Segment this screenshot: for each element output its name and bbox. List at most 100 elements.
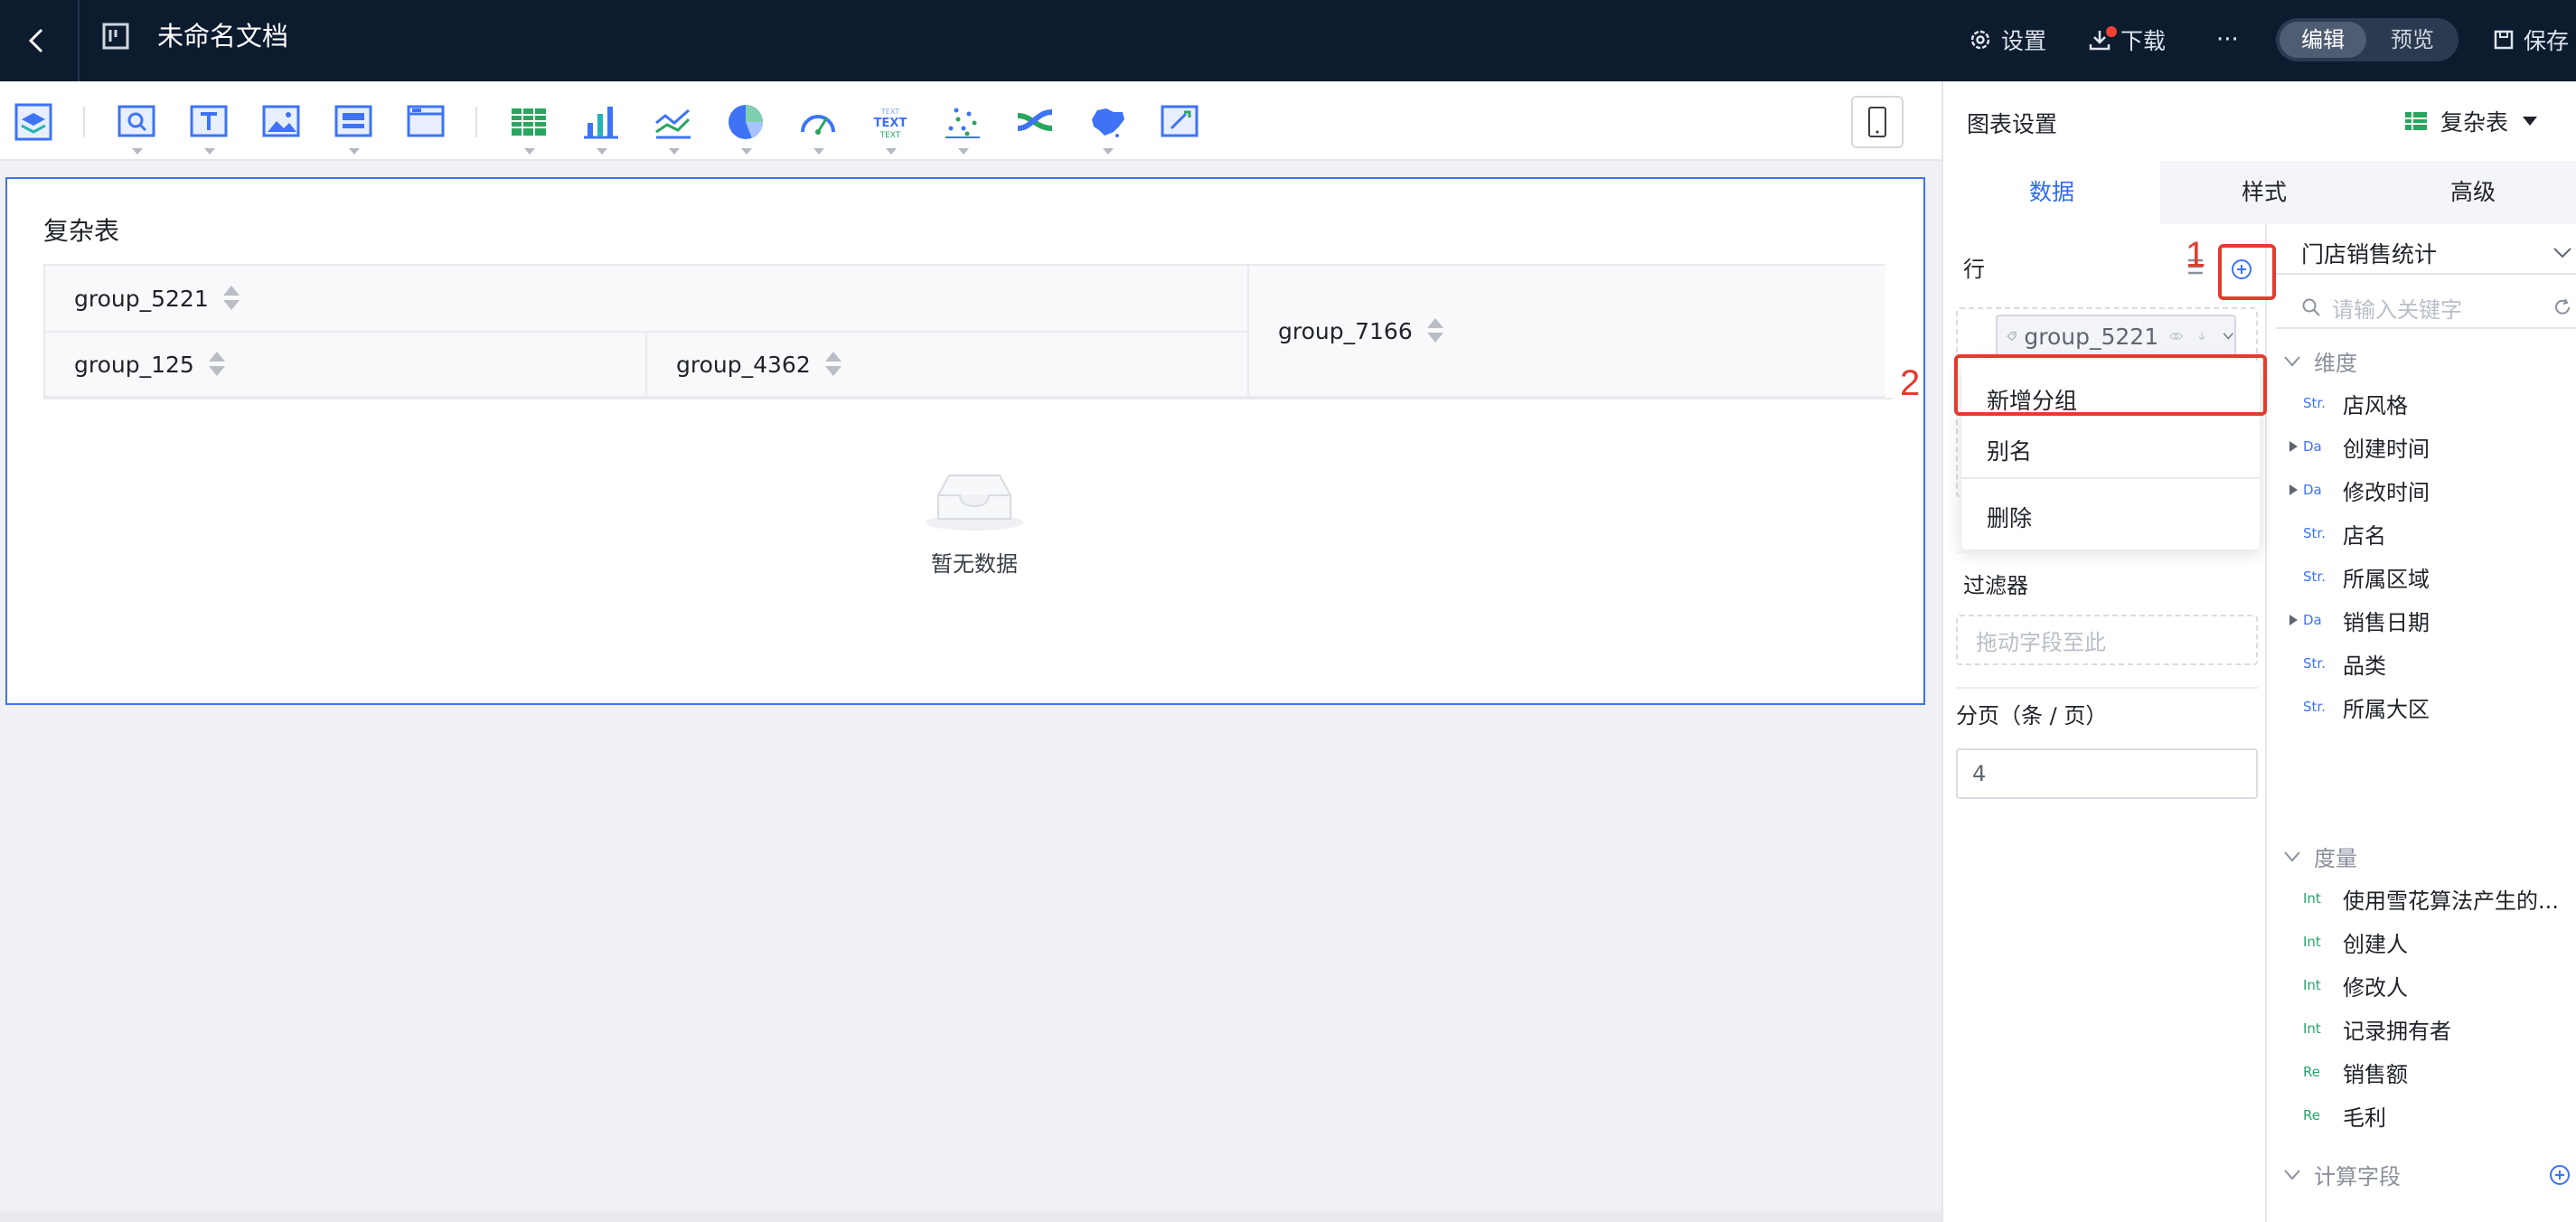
field-name: 修改时间 bbox=[2343, 479, 2430, 505]
document-title[interactable]: 未命名文档 bbox=[157, 18, 288, 54]
rows-label: 行 bbox=[1963, 257, 1985, 282]
header-group-4362[interactable]: group_4362 bbox=[647, 333, 1249, 398]
mode-preview[interactable]: 预览 bbox=[2370, 22, 2455, 58]
divider bbox=[78, 0, 80, 81]
panel-title: 图表设置 bbox=[1967, 111, 2058, 137]
field-search[interactable]: 请输入关键字 bbox=[2276, 287, 2576, 329]
dataset-select[interactable]: 门店销售统计 bbox=[2276, 233, 2576, 275]
field-item[interactable]: Int 修改人 bbox=[2283, 967, 2408, 1003]
tab-data[interactable]: 数据 bbox=[1943, 161, 2160, 224]
sort-icon[interactable] bbox=[208, 351, 225, 378]
sort-icon[interactable] bbox=[1426, 317, 1443, 344]
row-field-label: group_5221 bbox=[2024, 323, 2159, 350]
field-type-tag: Int bbox=[2303, 890, 2321, 907]
pie-chart-icon[interactable] bbox=[725, 101, 766, 155]
mode-switch: 编辑 预览 bbox=[2276, 18, 2458, 61]
field-item[interactable]: Str. 品类 bbox=[2283, 645, 2386, 682]
eye-icon[interactable] bbox=[2169, 329, 2184, 343]
layers-icon[interactable] bbox=[13, 101, 54, 143]
tab-advanced[interactable]: 高级 bbox=[2368, 161, 2576, 224]
text-chart-icon[interactable]: TEXT TEXT TEXT bbox=[870, 101, 911, 155]
divider bbox=[1956, 551, 2258, 553]
field-item[interactable]: Str. 店名 bbox=[2283, 515, 2386, 551]
sankey-icon[interactable] bbox=[1014, 101, 1056, 143]
mode-edit[interactable]: 编辑 bbox=[2280, 22, 2366, 58]
mobile-preview-button[interactable] bbox=[1851, 96, 1904, 148]
sort-icon[interactable] bbox=[824, 351, 841, 378]
field-item[interactable]: Str. 所属区域 bbox=[2283, 559, 2430, 595]
filter-drop-zone[interactable]: 拖动字段至此 bbox=[1956, 615, 2258, 665]
back-button[interactable] bbox=[13, 16, 61, 65]
caret-right-icon[interactable] bbox=[2283, 610, 2303, 630]
custom-icon[interactable] bbox=[1159, 101, 1200, 143]
menu-divider bbox=[1961, 477, 2260, 479]
caret-down-icon bbox=[349, 148, 360, 155]
config-column: 行 1 group_5221 新增分组 别名 删除 过滤器 拖动字段至此 分页（… bbox=[1943, 224, 2276, 1222]
field-item[interactable]: Str. 所属大区 bbox=[2283, 689, 2430, 725]
field-item[interactable]: Int 使用雪花算法产生的... bbox=[2283, 880, 2559, 916]
chart-type-select[interactable]: 复杂表 bbox=[2404, 105, 2539, 137]
field-item[interactable]: Da 销售日期 bbox=[2283, 602, 2430, 638]
settings-button[interactable]: 设置 bbox=[1969, 20, 2046, 60]
row-field-pill[interactable]: group_5221 bbox=[1996, 315, 2236, 358]
field-item[interactable]: Re 毛利 bbox=[2283, 1097, 2386, 1133]
svg-text:TEXT: TEXT bbox=[879, 131, 901, 140]
query-icon[interactable] bbox=[116, 101, 157, 155]
calc-field-label: 计算字段 bbox=[2314, 1164, 2401, 1189]
caret-right-icon[interactable] bbox=[2283, 437, 2303, 456]
image-icon[interactable] bbox=[260, 101, 302, 143]
calc-field-group-header[interactable]: 计算字段 bbox=[2283, 1159, 2401, 1190]
table-icon[interactable] bbox=[508, 101, 550, 155]
text-icon[interactable] bbox=[188, 101, 230, 155]
gauge-icon[interactable] bbox=[797, 101, 839, 155]
scatter-icon[interactable] bbox=[942, 101, 983, 155]
refresh-icon[interactable] bbox=[2552, 297, 2572, 317]
sort-icon[interactable] bbox=[222, 285, 240, 312]
field-item[interactable]: Int 创建人 bbox=[2283, 924, 2408, 960]
add-calc-field-icon[interactable] bbox=[2549, 1164, 2571, 1186]
tab-style[interactable]: 样式 bbox=[2160, 161, 2368, 224]
empty-text: 暂无数据 bbox=[931, 551, 1018, 577]
field-item[interactable]: Re 销售额 bbox=[2283, 1054, 2408, 1090]
header-group-7166[interactable]: group_7166 bbox=[1249, 266, 1885, 398]
save-icon bbox=[2494, 30, 2514, 50]
menu-item-delete[interactable]: 删除 bbox=[1987, 501, 2032, 533]
header-group-125[interactable]: group_125 bbox=[45, 333, 647, 398]
page-size-input[interactable]: 4 bbox=[1956, 748, 2258, 799]
measure-group-header[interactable]: 度量 bbox=[2283, 841, 2357, 872]
map-icon[interactable] bbox=[1086, 101, 1128, 155]
download-button[interactable]: 下载 bbox=[2088, 20, 2166, 60]
bar-chart-icon[interactable] bbox=[580, 101, 622, 155]
field-name: 销售日期 bbox=[2343, 609, 2430, 635]
chevron-down-icon bbox=[2284, 1169, 2300, 1180]
menu-item-alias[interactable]: 别名 bbox=[1987, 434, 2032, 466]
field-item[interactable]: Str. 店风格 bbox=[2283, 385, 2408, 421]
window-icon[interactable] bbox=[405, 101, 447, 143]
field-type-tag: Str. bbox=[2303, 569, 2326, 585]
arrow-down-icon[interactable] bbox=[2197, 328, 2206, 344]
filter-placeholder: 拖动字段至此 bbox=[1976, 629, 2106, 655]
chevron-down-icon bbox=[2284, 851, 2300, 862]
complex-table-card[interactable]: 复杂表 group_5221 group_125 group_4362 grou… bbox=[5, 177, 1925, 705]
dimension-label: 维度 bbox=[2314, 351, 2357, 376]
chevron-down-icon[interactable] bbox=[2223, 330, 2234, 343]
field-type-tag: Str. bbox=[2303, 655, 2326, 672]
caret-right-icon[interactable] bbox=[2283, 480, 2303, 500]
dimension-group-header[interactable]: 维度 bbox=[2283, 345, 2357, 377]
component-icon[interactable] bbox=[333, 101, 374, 155]
field-item[interactable]: Da 修改时间 bbox=[2283, 472, 2430, 508]
save-button[interactable]: 保存 bbox=[2493, 20, 2569, 60]
header-group-5221[interactable]: group_5221 bbox=[45, 266, 1249, 333]
field-item[interactable]: Int 记录拥有者 bbox=[2283, 1010, 2451, 1047]
page-size-label: 分页（条 / 页） bbox=[1956, 703, 2108, 728]
field-type-tag: Da bbox=[2303, 482, 2322, 498]
bottom-shadow bbox=[0, 1211, 1941, 1222]
line-chart-icon[interactable] bbox=[653, 101, 694, 155]
dataset-label: 门店销售统计 bbox=[2301, 241, 2438, 268]
field-type-tag: Str. bbox=[2303, 699, 2326, 715]
field-item[interactable]: Da 创建时间 bbox=[2283, 428, 2430, 465]
more-button[interactable]: ··· bbox=[2216, 20, 2239, 60]
